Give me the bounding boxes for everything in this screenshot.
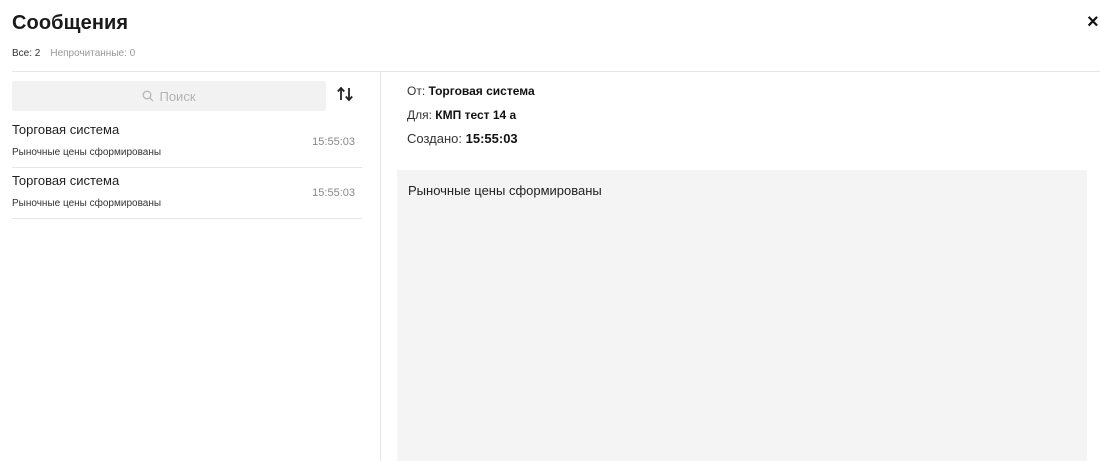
message-counters: Все: 2 Непрочитанные: 0 bbox=[12, 48, 135, 59]
message-sender: Торговая система bbox=[12, 173, 120, 188]
list-item[interactable]: Торговая система Рыночные цены сформиров… bbox=[12, 168, 362, 219]
meta-to: Для: КМП тест 14 а bbox=[407, 108, 516, 122]
message-body-text: Рыночные цены сформированы bbox=[408, 183, 602, 198]
page-title: Сообщения bbox=[12, 12, 129, 34]
filter-all[interactable]: Все: 2 bbox=[12, 48, 40, 59]
messages-dialog: Сообщения × Все: 2 Непрочитанные: 0 Поис… bbox=[0, 0, 1100, 461]
message-detail: От: Торговая система Для: КМП тест 14 а … bbox=[397, 72, 1100, 461]
meta-created: Создано: 15:55:03 bbox=[407, 131, 518, 146]
message-preview: Рыночные цены сформированы bbox=[12, 147, 162, 158]
search-placeholder: Поиск bbox=[159, 88, 196, 104]
search-input[interactable]: Поиск bbox=[12, 81, 326, 111]
meta-from-label: От: bbox=[407, 84, 429, 98]
sort-arrows-icon[interactable] bbox=[336, 85, 354, 108]
message-sender: Торговая система bbox=[12, 122, 120, 137]
filter-unread[interactable]: Непрочитанные: 0 bbox=[50, 48, 135, 59]
meta-to-label: Для: bbox=[407, 108, 436, 122]
message-time: 15:55:03 bbox=[312, 136, 355, 148]
meta-created-value: 15:55:03 bbox=[465, 131, 518, 146]
message-list: Торговая система Рыночные цены сформиров… bbox=[12, 117, 362, 219]
search-icon bbox=[142, 90, 154, 102]
message-list-panel: Поиск Торговая система Рыночные цены сфо… bbox=[12, 72, 362, 461]
sort-button[interactable] bbox=[334, 84, 356, 108]
list-item[interactable]: Торговая система Рыночные цены сформиров… bbox=[12, 117, 362, 168]
meta-to-value: КМП тест 14 а bbox=[435, 108, 517, 122]
column-divider bbox=[380, 72, 381, 461]
message-time: 15:55:03 bbox=[312, 187, 355, 199]
close-button[interactable]: × bbox=[1087, 12, 1100, 32]
meta-from: От: Торговая система bbox=[407, 84, 535, 98]
meta-from-value: Торговая система bbox=[428, 84, 535, 98]
close-icon[interactable]: × bbox=[1087, 11, 1099, 33]
meta-created-label: Создано: bbox=[407, 131, 466, 146]
message-preview: Рыночные цены сформированы bbox=[12, 198, 162, 209]
message-body: Рыночные цены сформированы bbox=[397, 170, 1087, 461]
